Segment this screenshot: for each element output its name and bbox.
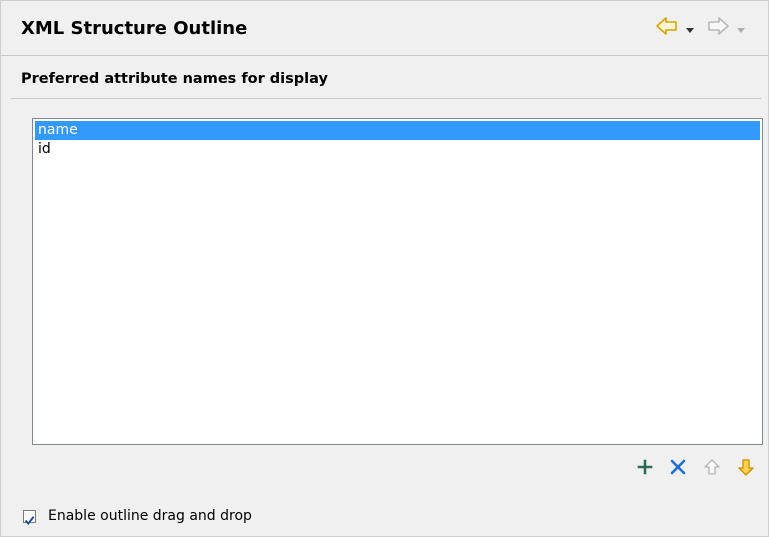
back-button[interactable] bbox=[655, 15, 679, 39]
drag-drop-checkbox[interactable] bbox=[23, 510, 36, 526]
move-down-button[interactable] bbox=[736, 457, 756, 477]
attribute-names-list[interactable]: name id bbox=[32, 118, 763, 445]
preferences-panel: XML Structure Outline Preferred attribut… bbox=[0, 0, 769, 537]
up-arrow-icon bbox=[704, 459, 720, 475]
back-history-dropdown[interactable] bbox=[684, 21, 696, 33]
list-item[interactable]: name bbox=[35, 121, 760, 140]
add-button[interactable] bbox=[635, 457, 655, 477]
move-up-button[interactable] bbox=[702, 457, 722, 477]
dropdown-triangle-icon bbox=[737, 28, 745, 33]
list-item[interactable]: id bbox=[35, 140, 760, 159]
section-title: Preferred attribute names for display bbox=[21, 71, 328, 87]
list-item-label: name bbox=[38, 122, 78, 138]
header-divider bbox=[1, 55, 768, 56]
forward-arrow-icon bbox=[708, 17, 729, 35]
plus-icon bbox=[637, 459, 653, 475]
remove-button[interactable] bbox=[668, 457, 688, 477]
forward-button[interactable] bbox=[706, 15, 730, 39]
checkmark-icon bbox=[24, 516, 35, 526]
forward-history-dropdown[interactable] bbox=[735, 21, 747, 33]
panel-header: XML Structure Outline bbox=[1, 1, 768, 55]
x-remove-icon bbox=[670, 459, 686, 475]
dropdown-triangle-icon bbox=[686, 28, 694, 33]
down-arrow-icon bbox=[738, 459, 754, 476]
list-item-label: id bbox=[38, 141, 51, 157]
page-title: XML Structure Outline bbox=[21, 18, 248, 39]
section-divider bbox=[11, 98, 761, 99]
drag-drop-label: Enable outline drag and drop bbox=[48, 508, 252, 524]
back-arrow-icon bbox=[656, 17, 677, 35]
